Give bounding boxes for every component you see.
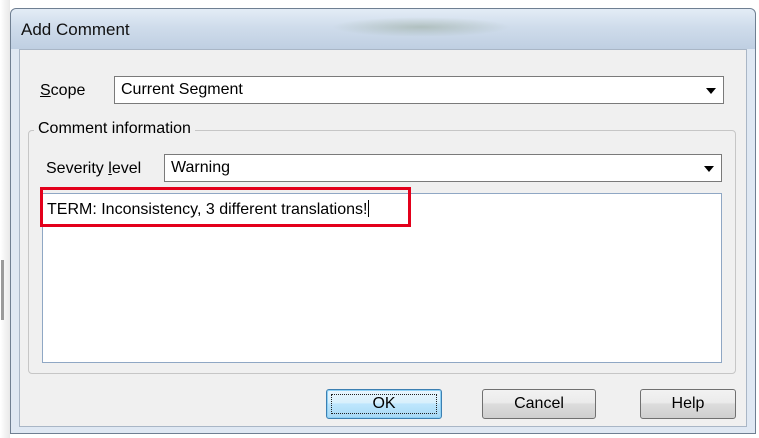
- scope-label-rest: cope: [50, 82, 86, 99]
- scope-label-mnemonic: S: [40, 82, 51, 99]
- help-button-label: Help: [671, 395, 705, 412]
- add-comment-dialog: Add Comment Scope Current Segment Commen…: [10, 8, 756, 434]
- dialog-title: Add Comment: [21, 20, 130, 39]
- scope-dropdown[interactable]: Current Segment: [114, 76, 724, 104]
- background-window-shadow: [1, 260, 4, 320]
- dialog-body: Scope Current Segment Comment informatio…: [19, 49, 747, 427]
- scope-value: Current Segment: [121, 81, 243, 98]
- title-bar[interactable]: Add Comment: [11, 9, 755, 49]
- red-highlight-box: [40, 187, 411, 227]
- cancel-button-label: Cancel: [514, 395, 564, 412]
- ok-button[interactable]: OK: [326, 389, 442, 419]
- help-button[interactable]: Help: [640, 389, 736, 419]
- ok-button-label: OK: [372, 395, 396, 412]
- severity-level-label: Severity level: [46, 160, 142, 177]
- severity-label-mnemonic: l: [108, 160, 112, 177]
- scope-label: Scope: [40, 82, 85, 100]
- title-bar-decoration: [331, 17, 511, 37]
- comment-information-label: Comment information: [34, 120, 195, 138]
- cancel-button[interactable]: Cancel: [482, 389, 596, 419]
- chevron-down-icon: [706, 88, 716, 94]
- background-window-edge: [0, 0, 10, 438]
- severity-level-value: Warning: [171, 159, 230, 176]
- severity-level-dropdown[interactable]: Warning: [164, 154, 722, 182]
- chevron-down-icon: [704, 166, 714, 172]
